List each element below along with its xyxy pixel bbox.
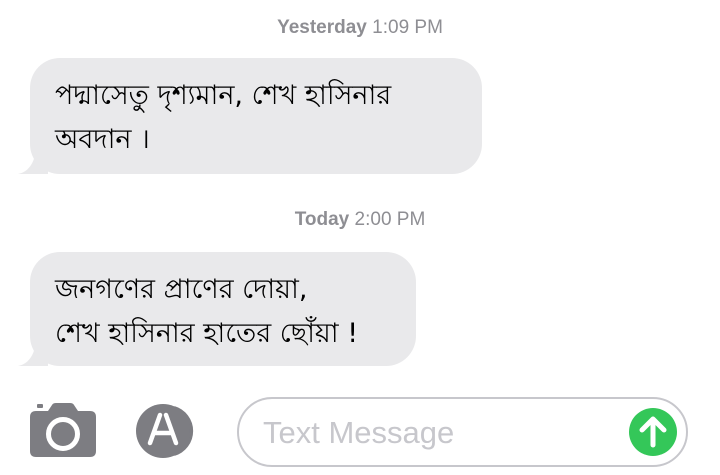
bubble-tail: [18, 146, 48, 174]
message-input-field[interactable]: Text Message: [237, 397, 688, 467]
timestamp-time: 1:09 PM: [372, 17, 443, 38]
camera-button[interactable]: [30, 403, 96, 457]
message-text-line: জনগণের প্রাণের দোয়া,: [55, 274, 308, 305]
message-text-line: অবদান ।: [55, 124, 150, 155]
arrow-up-icon: [639, 416, 667, 448]
app-store-button[interactable]: [134, 404, 206, 458]
send-button[interactable]: [629, 408, 677, 456]
timestamp-time: 2:00 PM: [354, 209, 426, 230]
received-message-bubble[interactable]: পদ্মাসেতু দৃশ্যমান, শেখ হাসিনার অবদান ।: [18, 58, 482, 174]
bubble-tail: [18, 338, 48, 366]
app-store-icon: [136, 404, 194, 458]
message-text-line: পদ্মাসেতু দৃশ্যমান, শেখ হাসিনার: [55, 80, 392, 111]
message-text-line: শেখ হাসিনার হাতের ছোঁয়া !: [55, 318, 359, 349]
received-message-bubble[interactable]: জনগণের প্রাণের দোয়া, শেখ হাসিনার হাতের …: [18, 252, 416, 366]
timestamp-day: Yesterday: [277, 17, 367, 38]
timestamp-yesterday: Yesterday 1:09 PM: [0, 17, 720, 39]
message-input-placeholder: Text Message: [263, 415, 455, 450]
camera-icon: [30, 403, 96, 457]
timestamp-today: Today 2:00 PM: [0, 209, 720, 231]
timestamp-day: Today: [294, 209, 350, 230]
